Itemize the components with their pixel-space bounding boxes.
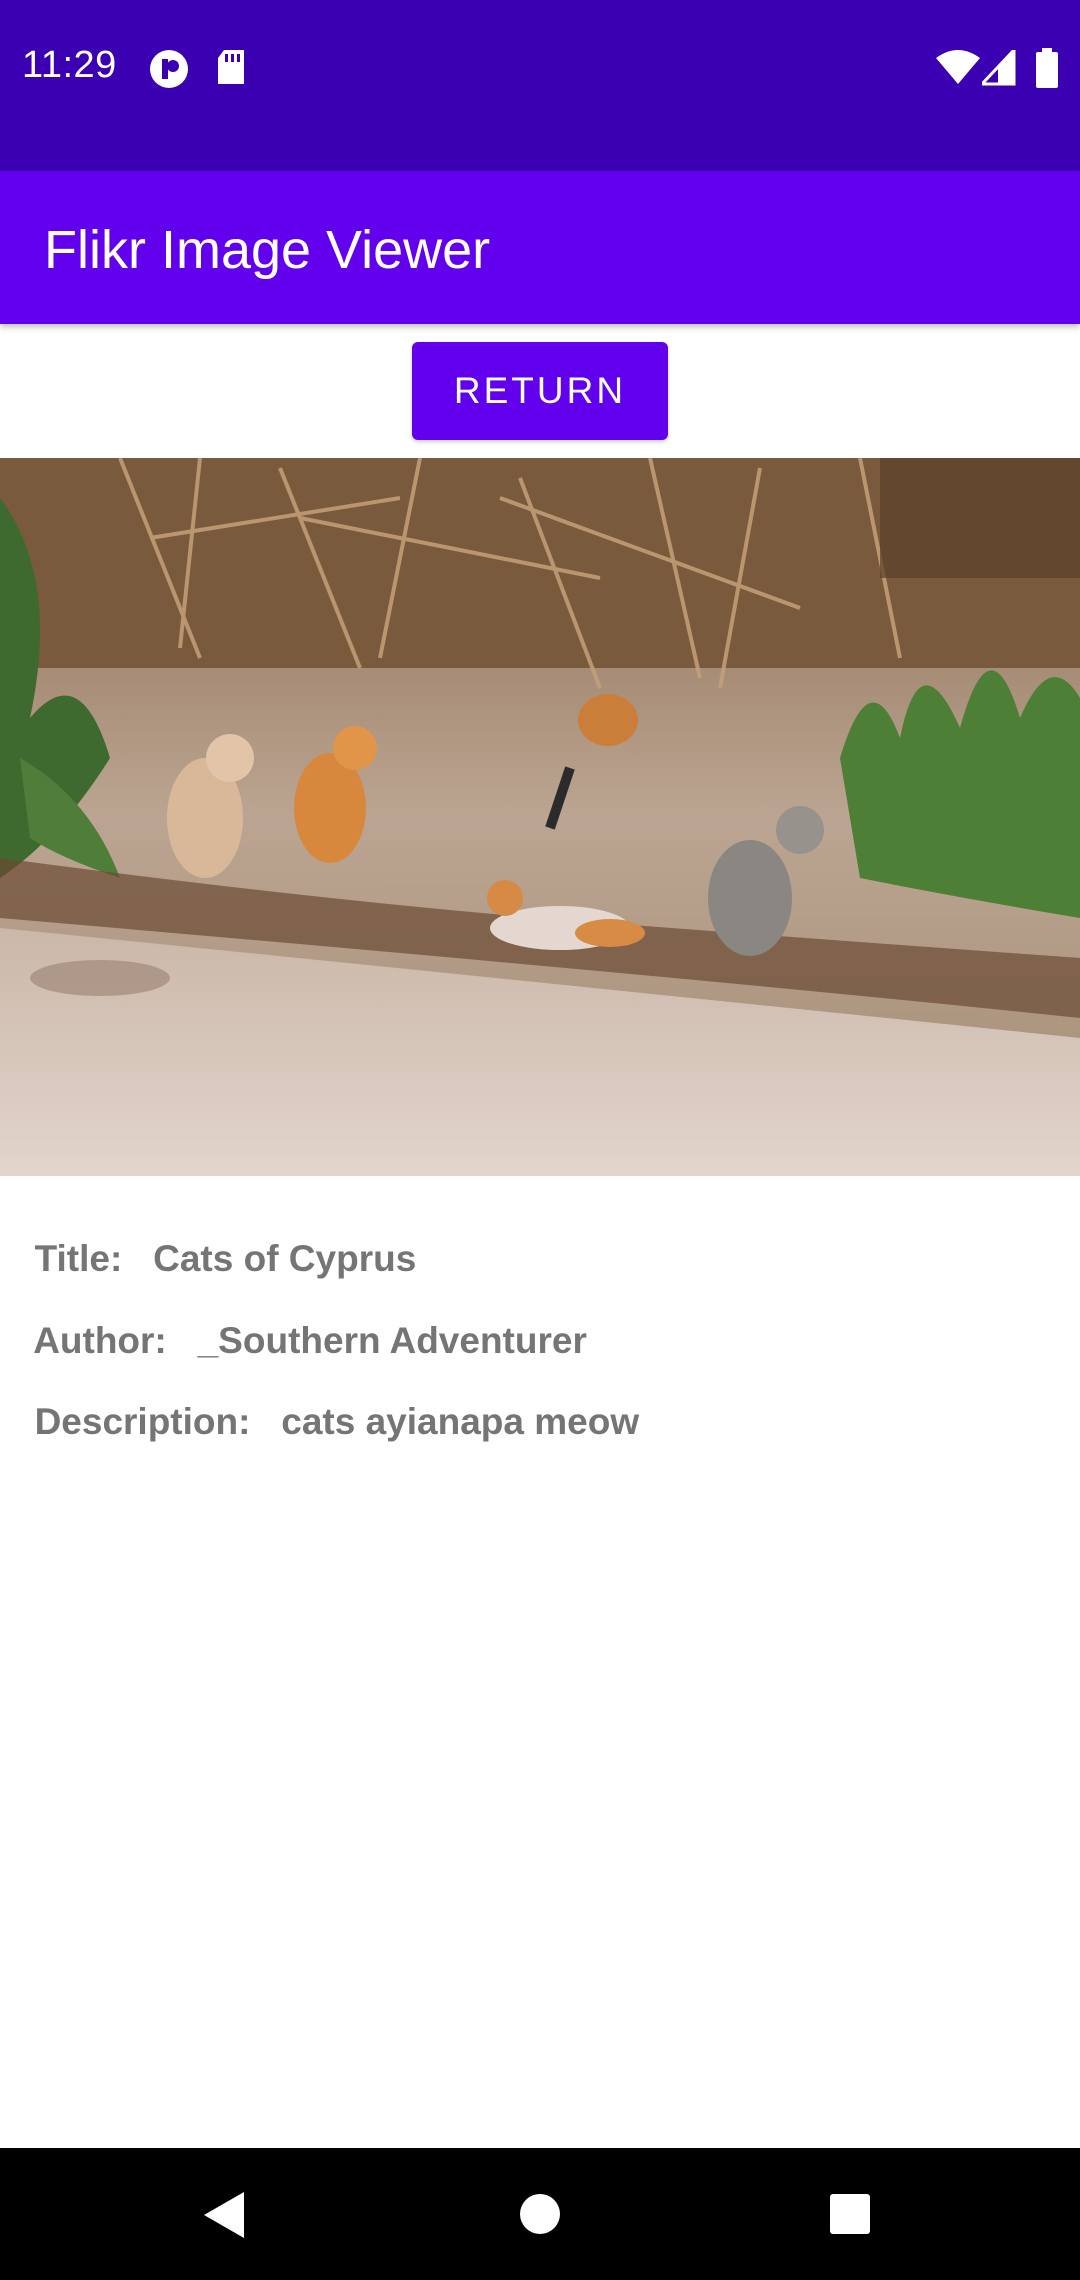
wifi-icon (936, 50, 980, 84)
author-label: Author: (33, 1320, 167, 1361)
title-row: Title: Cats of Cyprus (14, 1196, 417, 1280)
title-label: Title: (34, 1238, 123, 1279)
recents-icon[interactable] (830, 2194, 870, 2234)
battery-icon (1036, 48, 1058, 88)
title-value: Cats of Cyprus (153, 1238, 417, 1279)
status-time: 11:29 (22, 44, 117, 86)
sd-card-icon (218, 50, 244, 84)
back-icon[interactable] (204, 2192, 246, 2238)
description-row: Description: cats ayianapa meow (14, 1359, 640, 1443)
description-value: cats ayianapa meow (281, 1401, 640, 1442)
app-bar: Flikr Image Viewer (0, 171, 1080, 324)
description-label: Description: (34, 1401, 251, 1442)
navigation-bar (0, 2148, 1080, 2280)
author-row: Author: _Southern Adventurer (14, 1278, 587, 1362)
app-title: Flikr Image Viewer (44, 220, 491, 280)
app-notification-icon (150, 50, 188, 88)
cellular-signal-icon (982, 50, 1016, 86)
photo-image (0, 458, 1080, 1176)
author-value: _Southern Adventurer (197, 1320, 587, 1361)
home-icon[interactable] (520, 2194, 560, 2234)
status-bar: 11:29 (0, 0, 1080, 171)
return-button[interactable]: RETURN (412, 342, 668, 440)
